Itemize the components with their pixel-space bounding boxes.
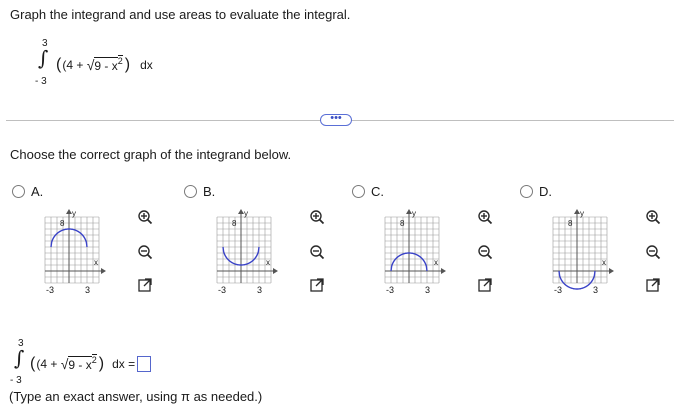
y-tick-label: 8: [568, 219, 573, 228]
zoom-in-icon: [138, 210, 153, 225]
x-axis-arrow: [609, 268, 614, 274]
popout-icon: [646, 278, 660, 292]
popout-icon[interactable]: [308, 276, 326, 294]
radio-button[interactable]: [520, 185, 533, 198]
x-axis-arrow: [441, 268, 446, 274]
graph-prompt: Choose the correct graph of the integran…: [10, 147, 292, 162]
expand-ellipsis-button[interactable]: •••: [320, 113, 352, 126]
option-graph: 8y x -3 3: [216, 209, 278, 295]
x-axis-arrow: [101, 268, 106, 274]
answer-integral-sign: ∫: [14, 346, 25, 370]
x-max-label: 3: [85, 285, 90, 295]
x-max-label: 3: [425, 285, 430, 295]
y-tick-label: 8: [60, 219, 65, 228]
option-graph: 8y x -3 3: [552, 209, 614, 295]
answer-dx: dx =: [112, 357, 136, 371]
option-d: D. 8 y x -3 3: [520, 184, 680, 314]
y-axis-label: y: [72, 209, 76, 218]
x-axis-label: x: [434, 258, 438, 267]
y-axis-label: y: [580, 209, 584, 218]
x-min-label: -3: [218, 285, 226, 295]
answer-constant: (4 +: [36, 357, 61, 371]
option-graph: 8y x -3 3: [384, 209, 446, 295]
option-letter: C.: [371, 184, 384, 199]
option-c-radio[interactable]: C.: [352, 184, 384, 199]
zoom-in-icon[interactable]: [308, 208, 326, 226]
grid: [384, 216, 440, 284]
option-graph: 8y x -3 3: [44, 209, 106, 295]
popout-icon: [138, 278, 152, 292]
answer-radicand: 9 - x: [68, 356, 92, 372]
popout-icon: [478, 278, 492, 292]
integrand-exponent: 2: [117, 54, 123, 66]
zoom-out-icon: [646, 245, 661, 260]
answer-lower-limit: - 3: [10, 375, 22, 386]
x-min-label: -3: [554, 285, 562, 295]
grid: [44, 216, 100, 284]
y-axis-label: y: [412, 209, 416, 218]
option-b-radio[interactable]: B.: [184, 184, 215, 199]
answer-input[interactable]: [137, 356, 152, 372]
grid: [216, 216, 272, 284]
sqrt-sign: √: [86, 57, 95, 73]
option-a-radio[interactable]: A.: [12, 184, 43, 199]
zoom-out-icon: [310, 245, 325, 260]
x-min-label: -3: [386, 285, 394, 295]
integral-dx: dx: [140, 58, 153, 72]
grid: [552, 216, 608, 284]
integrand-constant: (4 +: [62, 58, 87, 72]
zoom-out-icon[interactable]: [136, 243, 154, 261]
integrand-radicand: 9 - x: [94, 57, 118, 73]
zoom-in-icon[interactable]: [136, 208, 154, 226]
y-tick-label: 8: [400, 219, 405, 228]
option-c: C. 8 y x -3 3: [352, 184, 512, 314]
integrand-close: ): [124, 56, 131, 73]
zoom-out-icon[interactable]: [644, 243, 662, 261]
radio-button[interactable]: [12, 185, 25, 198]
x-min-label: -3: [46, 285, 54, 295]
y-tick-label: 8: [232, 219, 237, 228]
zoom-in-icon: [646, 210, 661, 225]
option-letter: B.: [203, 184, 216, 199]
x-axis-arrow: [273, 268, 278, 274]
zoom-out-icon: [478, 245, 493, 260]
answer-expression: 3 ∫ - 3 ((4 + √ 9 - x2 ) dx =: [6, 338, 206, 388]
zoom-out-icon: [138, 245, 153, 260]
question-text: Graph the integrand and use areas to eva…: [10, 7, 351, 22]
integral-expression: 3 ∫ - 3 ((4 + √ 9 - x2 ) dx: [32, 38, 172, 90]
integrand-open: ((4 + √ 9 - x2 ) dx: [56, 54, 153, 73]
answer-close: ): [98, 355, 105, 372]
zoom-in-icon[interactable]: [644, 208, 662, 226]
popout-icon[interactable]: [136, 276, 154, 294]
x-axis-label: x: [94, 258, 98, 267]
x-max-label: 3: [257, 285, 262, 295]
popout-icon[interactable]: [644, 276, 662, 294]
zoom-in-icon: [478, 210, 493, 225]
option-d-radio[interactable]: D.: [520, 184, 552, 199]
answer-integrand: ((4 + √ 9 - x2 ) dx =: [30, 353, 152, 373]
option-a: A. 8 y x -3 3: [12, 184, 172, 314]
option-letter: D.: [539, 184, 552, 199]
option-letter: A.: [31, 184, 44, 199]
zoom-in-icon: [310, 210, 325, 225]
popout-icon: [310, 278, 324, 292]
option-b: B. 8 y x -3 3: [184, 184, 344, 314]
y-axis-label: y: [244, 209, 248, 218]
answer-instructions: (Type an exact answer, using π as needed…: [9, 389, 263, 404]
radio-button[interactable]: [352, 185, 365, 198]
popout-icon[interactable]: [476, 276, 494, 294]
x-axis-label: x: [266, 258, 270, 267]
x-axis-label: x: [602, 258, 606, 267]
radio-button[interactable]: [184, 185, 197, 198]
answer-sqrt-sign: √: [60, 356, 69, 372]
zoom-out-icon[interactable]: [308, 243, 326, 261]
zoom-in-icon[interactable]: [476, 208, 494, 226]
x-max-label: 3: [593, 285, 598, 295]
integral-lower-limit: - 3: [35, 76, 47, 87]
answer-exponent: 2: [91, 353, 97, 365]
integral-sign: ∫: [38, 46, 49, 70]
zoom-out-icon[interactable]: [476, 243, 494, 261]
